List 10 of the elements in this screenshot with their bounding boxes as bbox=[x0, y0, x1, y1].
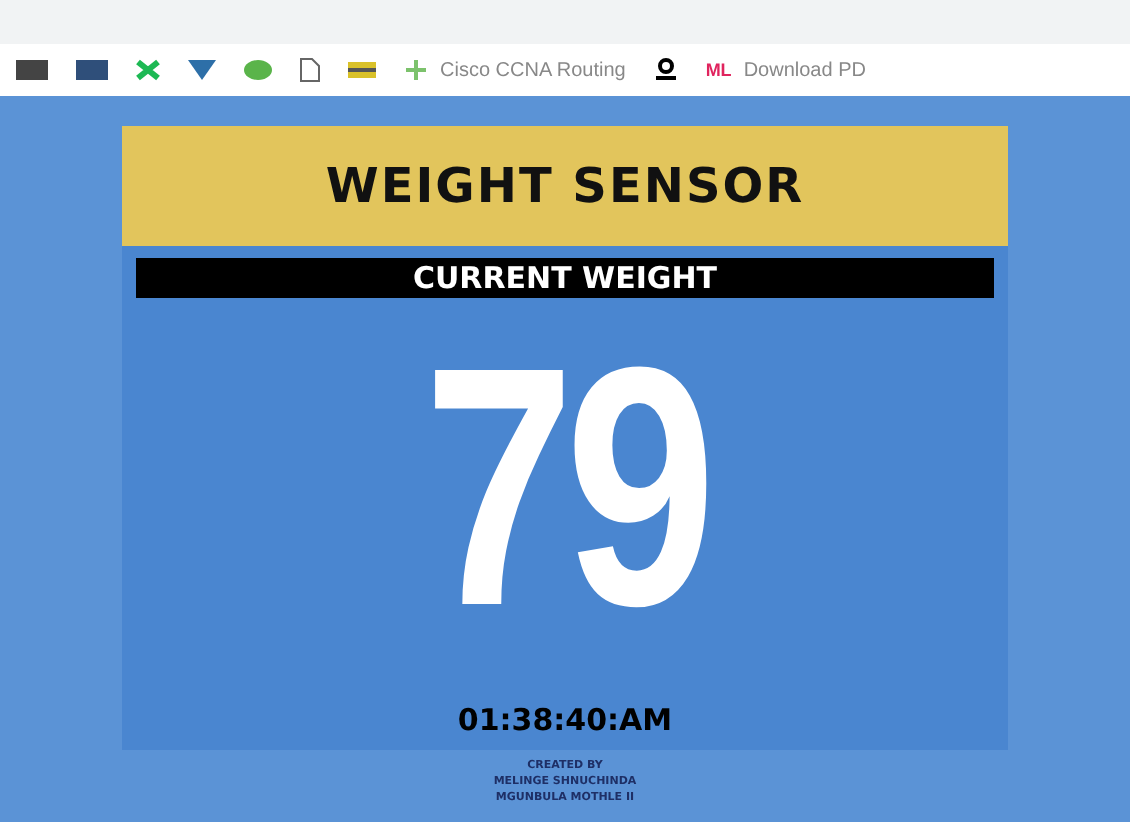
weight-value: 79 bbox=[423, 298, 707, 678]
plus-icon[interactable] bbox=[404, 58, 428, 82]
card-title: WEIGHT SENSOR bbox=[122, 126, 1008, 246]
person-icon[interactable] bbox=[653, 58, 678, 82]
bookmark-link[interactable]: Download PD bbox=[743, 59, 866, 81]
page-icon[interactable] bbox=[300, 58, 320, 82]
time-label: 01:38:40:AM bbox=[457, 702, 673, 738]
card-subtitle: CURRENT WEIGHT bbox=[136, 258, 994, 298]
bookmark-link[interactable]: Cisco CCNA Routing bbox=[440, 59, 626, 81]
bookmark-icon[interactable]: ML bbox=[705, 60, 732, 80]
